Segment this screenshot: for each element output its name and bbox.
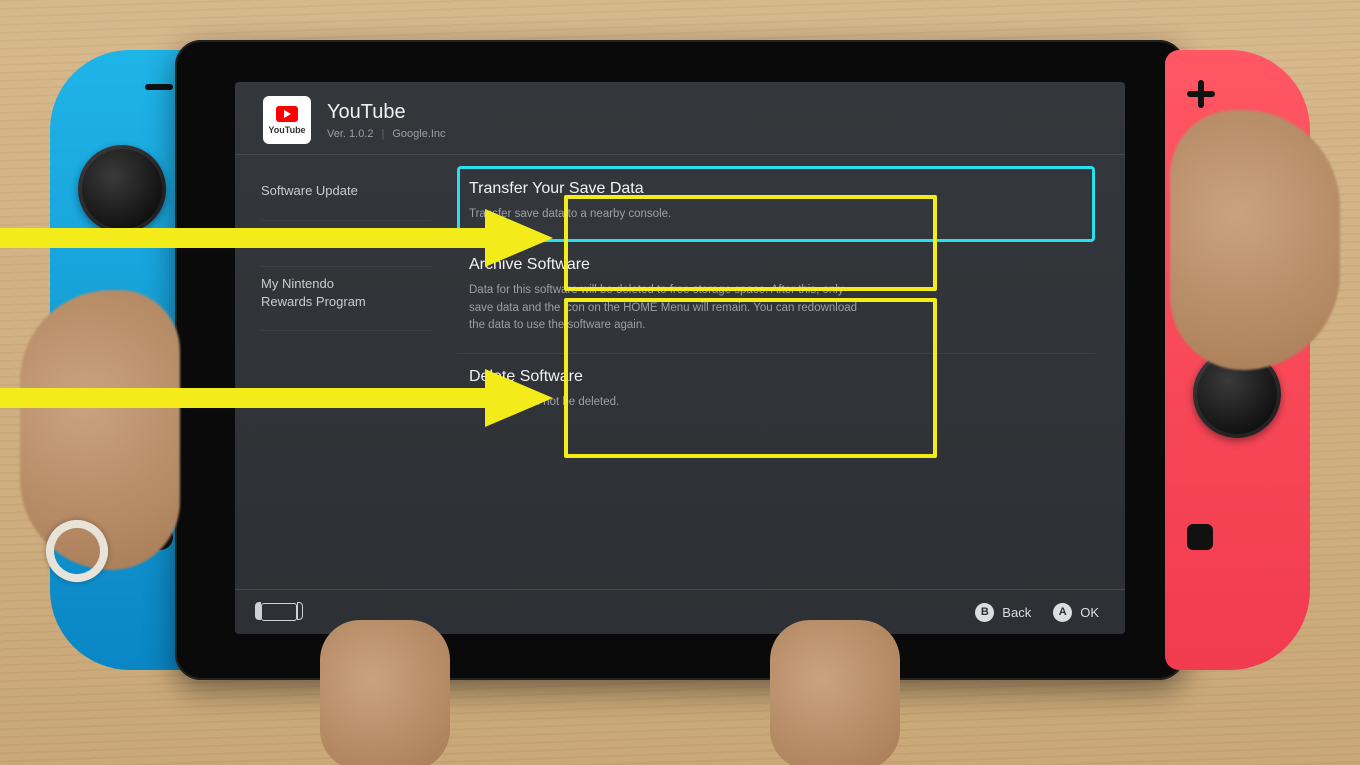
data-management-view: YouTube YouTube Ver. 1.0.2|Google.Inc So — [235, 82, 1125, 634]
option-title: Transfer Your Save Data — [469, 180, 1083, 198]
plus-button[interactable] — [1187, 80, 1215, 108]
footer-back-label: Back — [1002, 605, 1031, 620]
option-delete-software[interactable]: Delete Software Save data will not be de… — [457, 354, 1095, 430]
option-archive-software[interactable]: Archive Software Data for this software … — [457, 242, 1095, 354]
left-stick[interactable] — [78, 145, 166, 233]
left-thumb — [320, 620, 450, 765]
sidebar-item-rewards-program[interactable]: My Nintendo Rewards Program — [261, 267, 431, 331]
divider — [235, 154, 1125, 155]
option-description: Save data will not be deleted. — [469, 394, 869, 412]
option-transfer-save-data[interactable]: Transfer Your Save Data Transfer save da… — [457, 166, 1095, 242]
app-publisher: Google.Inc — [392, 128, 445, 140]
app-icon-label: YouTube — [268, 125, 305, 135]
sidebar-item-manage-software[interactable]: Manage Software — [261, 221, 431, 268]
sidebar-item-label: Software Update — [261, 183, 358, 198]
option-title: Delete Software — [469, 368, 1083, 386]
sidebar-item-software-update[interactable]: Software Update — [261, 174, 431, 221]
nintendo-switch-console: YouTube YouTube Ver. 1.0.2|Google.Inc So — [50, 40, 1310, 730]
a-button-icon: A — [1053, 603, 1072, 622]
youtube-logo-icon — [276, 106, 298, 122]
option-description: Data for this software will be deleted t… — [469, 282, 869, 335]
switch-tablet: YouTube YouTube Ver. 1.0.2|Google.Inc So — [175, 40, 1185, 680]
sidebar-item-label: Manage Software — [261, 230, 363, 245]
photo-background: YouTube YouTube Ver. 1.0.2|Google.Inc So — [0, 0, 1360, 765]
sidebar: Software Update Manage Software My Ninte… — [235, 160, 439, 588]
sidebar-item-label: My Nintendo Rewards Program — [261, 276, 366, 309]
option-description: Transfer save data to a nearby console. — [469, 206, 869, 224]
footer-back-button[interactable]: B Back — [975, 603, 1031, 622]
minus-button[interactable] — [145, 84, 173, 90]
right-hand — [1170, 110, 1340, 370]
app-title: YouTube — [327, 101, 446, 124]
right-thumb — [770, 620, 900, 765]
app-version: Ver. 1.0.2 — [327, 128, 373, 140]
app-header: YouTube YouTube Ver. 1.0.2|Google.Inc — [235, 82, 1125, 154]
options-panel: Transfer Your Save Data Transfer save da… — [439, 160, 1125, 588]
youtube-app-icon: YouTube — [263, 96, 311, 144]
content-body: Software Update Manage Software My Ninte… — [235, 160, 1125, 588]
b-button-icon: B — [975, 603, 994, 622]
screen: YouTube YouTube Ver. 1.0.2|Google.Inc So — [235, 82, 1125, 634]
app-meta: Ver. 1.0.2|Google.Inc — [327, 128, 446, 140]
footer-ok-button[interactable]: A OK — [1053, 603, 1099, 622]
footer-ok-label: OK — [1080, 605, 1099, 620]
controller-indicator-icon — [261, 603, 297, 621]
home-button[interactable] — [1187, 524, 1213, 550]
option-title: Archive Software — [469, 256, 1083, 274]
left-hand — [20, 290, 180, 570]
